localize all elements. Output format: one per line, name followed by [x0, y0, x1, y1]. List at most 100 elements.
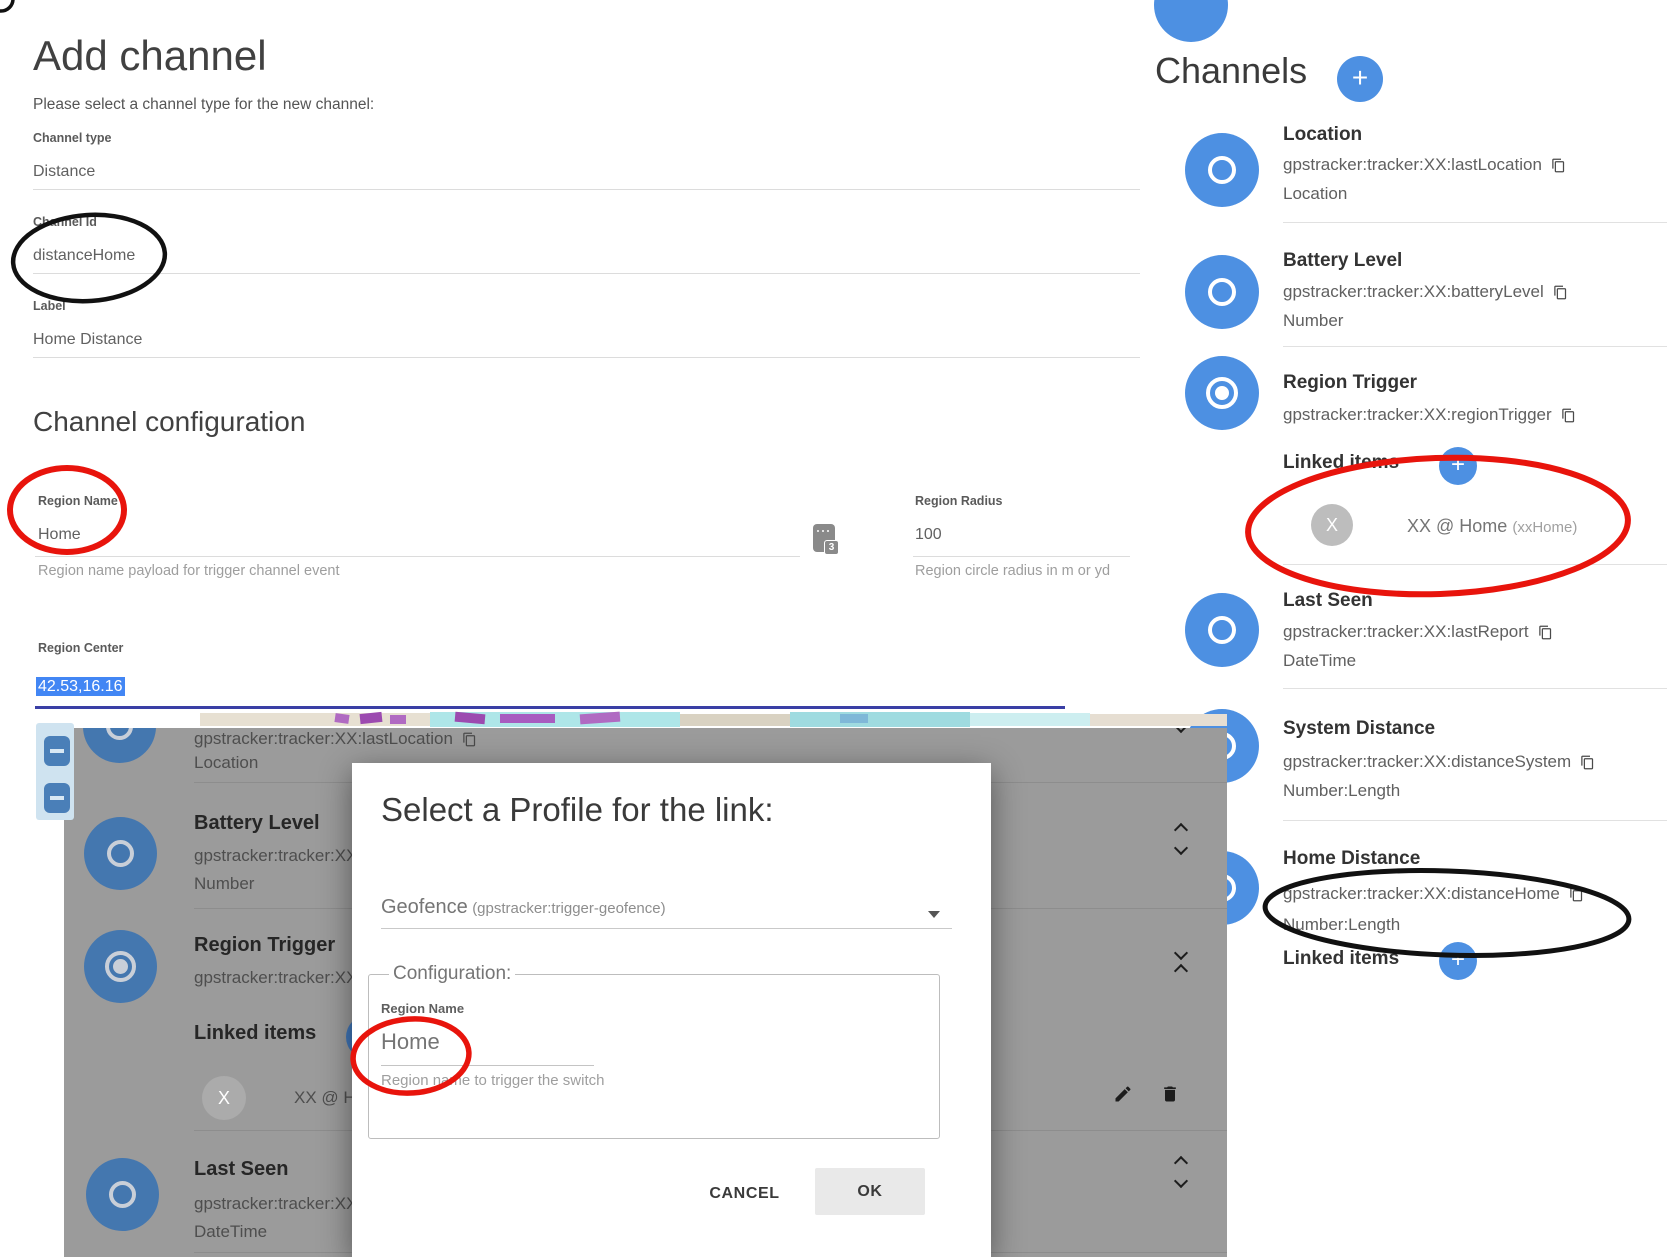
dimmed-channel-icon-location — [83, 728, 156, 763]
linked-item[interactable]: XX @ Home (xxHome) — [1407, 516, 1577, 537]
dialog-region-name-field[interactable]: Home — [381, 1029, 440, 1055]
channel-type-label: Channel type — [33, 131, 112, 145]
dialog-region-name-help: Region name to trigger the switch — [381, 1072, 604, 1089]
move-down-icon[interactable] — [1174, 728, 1187, 732]
channel-icon-last-seen — [1185, 593, 1259, 667]
plus-icon: + — [1352, 62, 1368, 93]
copy-icon[interactable] — [1580, 754, 1595, 771]
channel-id-underline — [33, 273, 1140, 274]
channel-type: Number:Length — [1283, 781, 1400, 801]
region-radius-underline — [913, 556, 1130, 557]
channel-id: gpstracker:tracker:XX:batteryLevel — [1283, 282, 1568, 302]
cancel-button[interactable]: CANCEL — [692, 1180, 797, 1208]
channel-id: gpstracker:tracker:XX:distanceSystem — [1283, 752, 1595, 772]
region-center-field[interactable]: 42.53,16.16 — [36, 678, 125, 696]
linked-item-avatar: X — [1311, 504, 1353, 546]
region-center-focus-underline — [35, 706, 1065, 709]
clipped-fab-icon — [1154, 0, 1228, 42]
channel-id: gpstracker:tracker:XX:lastReport — [1283, 622, 1553, 642]
channel-name: Home Distance — [1283, 848, 1420, 870]
dimmed-channel-type: Number — [194, 874, 254, 894]
channel-name: Location — [1283, 124, 1362, 146]
move-up-icon[interactable] — [1174, 823, 1187, 836]
channel-type: Number:Length — [1283, 915, 1400, 935]
chevron-down-icon[interactable] — [928, 911, 940, 918]
dimmed-channel-name: Region Trigger — [194, 934, 335, 957]
channel-id: gpstracker:tracker:XX:lastLocation — [1283, 155, 1566, 175]
channel-icon-battery — [1185, 255, 1259, 329]
copy-icon[interactable] — [1553, 284, 1568, 301]
channel-name: Last Seen — [1283, 590, 1373, 612]
region-radius-label: Region Radius — [915, 494, 1003, 508]
move-down-icon[interactable] — [1174, 1174, 1187, 1187]
copy-icon[interactable] — [1538, 624, 1553, 641]
channel-icon-location — [1185, 133, 1259, 207]
copy-icon[interactable] — [462, 731, 477, 748]
channel-name: Region Trigger — [1283, 372, 1417, 394]
dimmed-channel-name: Battery Level — [194, 812, 320, 835]
dimmed-channel-type: DateTime — [194, 1222, 267, 1242]
config-section-title: Channel configuration — [33, 406, 305, 438]
dimmed-channel-icon-last-seen — [86, 1158, 159, 1231]
copy-icon[interactable] — [1551, 157, 1566, 174]
collapse-icon[interactable] — [1174, 946, 1187, 959]
plus-icon: + — [1451, 451, 1465, 478]
region-name-field[interactable]: Home — [38, 526, 81, 544]
profile-uid: (gpstracker:trigger-geofence) — [472, 900, 665, 917]
channel-type-underline — [33, 189, 1140, 190]
dimmed-channel-type: Location — [194, 753, 258, 773]
move-down-icon[interactable] — [1174, 841, 1187, 854]
channel-name: System Distance — [1283, 718, 1435, 740]
label-field[interactable]: Home Distance — [33, 331, 142, 349]
region-radius-field[interactable]: 100 — [915, 526, 942, 544]
dialog-region-name-label: Region Name — [381, 1001, 464, 1016]
linked-items-label: Linked items — [1283, 948, 1399, 970]
channel-name: Battery Level — [1283, 250, 1402, 272]
ok-button[interactable]: OK — [815, 1168, 925, 1215]
page-title: Add channel — [33, 32, 267, 80]
region-center-label: Region Center — [38, 641, 123, 655]
profile-dialog: Select a Profile for the link: Geofence … — [352, 763, 991, 1257]
dimmed-channel-icon-region-trigger — [84, 930, 157, 1003]
expand-icon[interactable] — [1174, 964, 1187, 977]
copy-icon[interactable] — [1569, 886, 1584, 903]
screen: Add channel Please select a channel type… — [0, 0, 1670, 1257]
dimmed-channel-name: Last Seen — [194, 1158, 288, 1181]
region-radius-help: Region circle radius in m or yd — [915, 563, 1110, 579]
dimmed-channel-id: gpstracker:tracker:XX:lastLocation — [194, 729, 477, 749]
dimmed-channel-icon-battery — [84, 817, 157, 890]
dimmed-linked-item-avatar: X — [202, 1076, 246, 1120]
label-label: Label — [33, 299, 66, 313]
channel-id: gpstracker:tracker:XX:regionTrigger — [1283, 405, 1576, 425]
map-sliver — [200, 712, 1227, 727]
channel-id-field[interactable]: distanceHome — [33, 247, 135, 265]
copy-icon[interactable] — [1561, 407, 1576, 424]
delete-icon[interactable] — [1160, 1084, 1180, 1104]
channels-heading: Channels — [1155, 50, 1307, 92]
dimmed-linked-items-label: Linked items — [194, 1022, 316, 1045]
plus-icon: + — [1451, 946, 1465, 973]
add-link-button[interactable]: + — [1439, 942, 1477, 980]
linked-item-uid: (xxHome) — [1512, 519, 1577, 536]
channel-type: Number — [1283, 311, 1343, 331]
region-name-help: Region name payload for trigger channel … — [38, 563, 339, 579]
move-up-icon[interactable] — [1174, 1156, 1187, 1169]
channel-type: DateTime — [1283, 651, 1356, 671]
fieldset-legend: Configuration: — [389, 963, 515, 985]
profile-select[interactable]: Geofence (gpstracker:trigger-geofence) — [381, 896, 666, 919]
channel-icon-region-trigger — [1185, 356, 1259, 430]
channel-type: Location — [1283, 184, 1347, 204]
intro-text: Please select a channel type for the new… — [33, 96, 374, 114]
channel-id-label: Channel Id — [33, 215, 97, 229]
add-link-button[interactable]: + — [1439, 447, 1477, 485]
selected-text: 42.53,16.16 — [36, 677, 125, 696]
keypad-icon[interactable]: 3 — [813, 524, 835, 552]
keypad-badge: 3 — [824, 540, 839, 555]
linked-items-label: Linked items — [1283, 452, 1399, 474]
channel-type-field[interactable]: Distance — [33, 163, 95, 181]
edit-icon[interactable] — [1113, 1084, 1133, 1104]
configuration-fieldset: Configuration: — [368, 963, 940, 1139]
add-channel-button[interactable]: + — [1337, 56, 1383, 102]
region-name-underline — [35, 556, 800, 557]
label-underline — [33, 357, 1140, 358]
